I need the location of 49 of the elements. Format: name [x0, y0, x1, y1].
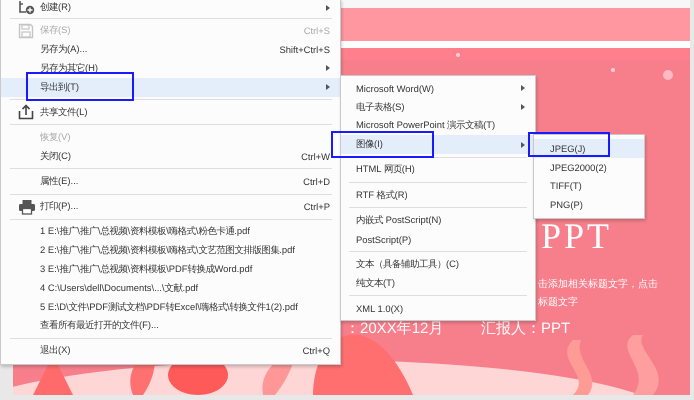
menu-item[interactable]: 关闭(C) Ctrl+W: [1, 146, 340, 166]
slide-date: ：20XX年12月: [345, 321, 444, 338]
menu-item[interactable]: RTF 格式(R): [341, 186, 535, 205]
menu-item[interactable]: 4 C:\Users\dell\Documents\...\文献.pdf: [1, 278, 340, 298]
menu-item[interactable]: 共享文件(L): [1, 102, 340, 122]
menu-item[interactable]: JPEG(J): [534, 139, 644, 158]
submenu-arrow-icon: [521, 104, 525, 110]
menu-item[interactable]: 属性(E)... Ctrl+D: [1, 172, 340, 191]
menu-item[interactable]: 打印(P)... Ctrl+P: [1, 197, 340, 216]
shortcut-label: Ctrl+Q: [302, 345, 330, 356]
menu-item[interactable]: PNG(P): [534, 195, 644, 214]
submenu-arrow-icon: [326, 4, 330, 10]
shortcut-label: Ctrl+P: [304, 201, 330, 212]
shortcut-label: Shift+Ctrl+S: [279, 44, 330, 56]
menu-item[interactable]: 另存为(A)... Shift+Ctrl+S: [1, 40, 340, 59]
submenu-arrow-icon: [521, 85, 525, 92]
menu-item[interactable]: JPEG2000(2): [534, 158, 644, 177]
menu-item[interactable]: 查看所有最近打开的文件(F)...: [1, 316, 340, 336]
slide-reporter: 汇报人：PPT: [481, 321, 570, 338]
menu-item[interactable]: 2 E:\推广\推广\总视频\资料模板\嗨格式\文艺范图文排版图集.pdf: [1, 241, 340, 260]
shortcut-label: Ctrl+W: [301, 150, 330, 162]
menu-item[interactable]: 文本（具备辅助工具）(C): [341, 254, 535, 274]
menu-item[interactable]: 退出(X) Ctrl+Q: [1, 342, 340, 360]
menu-item[interactable]: PostScript(P): [341, 230, 535, 248]
menu-item[interactable]: 3 E:\推广\推广\总视频\资料模板\PDF转换成Word.pdf: [1, 260, 340, 279]
save-icon: [18, 22, 34, 39]
menu-item[interactable]: 图像(I): [341, 135, 535, 154]
shortcut-label: Ctrl+D: [303, 176, 330, 187]
menu-item[interactable]: 创建(R): [1, 0, 340, 15]
submenu-arrow-icon: [326, 65, 330, 72]
menu-item[interactable]: 纯文本(T): [341, 274, 535, 292]
menu-item[interactable]: TIFF(T): [534, 176, 644, 196]
menu-item[interactable]: XML 1.0(X): [341, 298, 535, 318]
slide-subtitle: 击添加相关标题文字，点击: [538, 278, 658, 291]
submenu-arrow-icon: [521, 142, 525, 148]
menu-item[interactable]: HTML 网页(H): [341, 160, 535, 180]
menu-item[interactable]: 电子表格(S): [341, 98, 535, 117]
menu-item[interactable]: Microsoft Word(W): [341, 79, 535, 98]
menu-item[interactable]: 导出到(T): [1, 78, 340, 97]
slide-title: PPT: [541, 218, 612, 254]
submenu-arrow-icon: [326, 84, 330, 90]
shortcut-label: Ctrl+S: [304, 25, 330, 36]
menu-item[interactable]: 5 E:\D\文件\PDF测试文档\PDF转Excel\嗨格式\转换文件1(2).pdf: [1, 298, 340, 316]
printer-icon: [18, 198, 36, 215]
menu-item[interactable]: Microsoft PowerPoint 演示文稿(T): [341, 116, 535, 136]
menu-item[interactable]: 1 E:\推广\推广\总视频\资料模板\嗨格式\粉色卡通.pdf: [1, 222, 340, 242]
share-icon: [18, 104, 34, 120]
menu-item[interactable]: 内嵌式 PostScript(N): [341, 210, 535, 230]
slide-subtitle: 标题文字: [538, 296, 578, 309]
